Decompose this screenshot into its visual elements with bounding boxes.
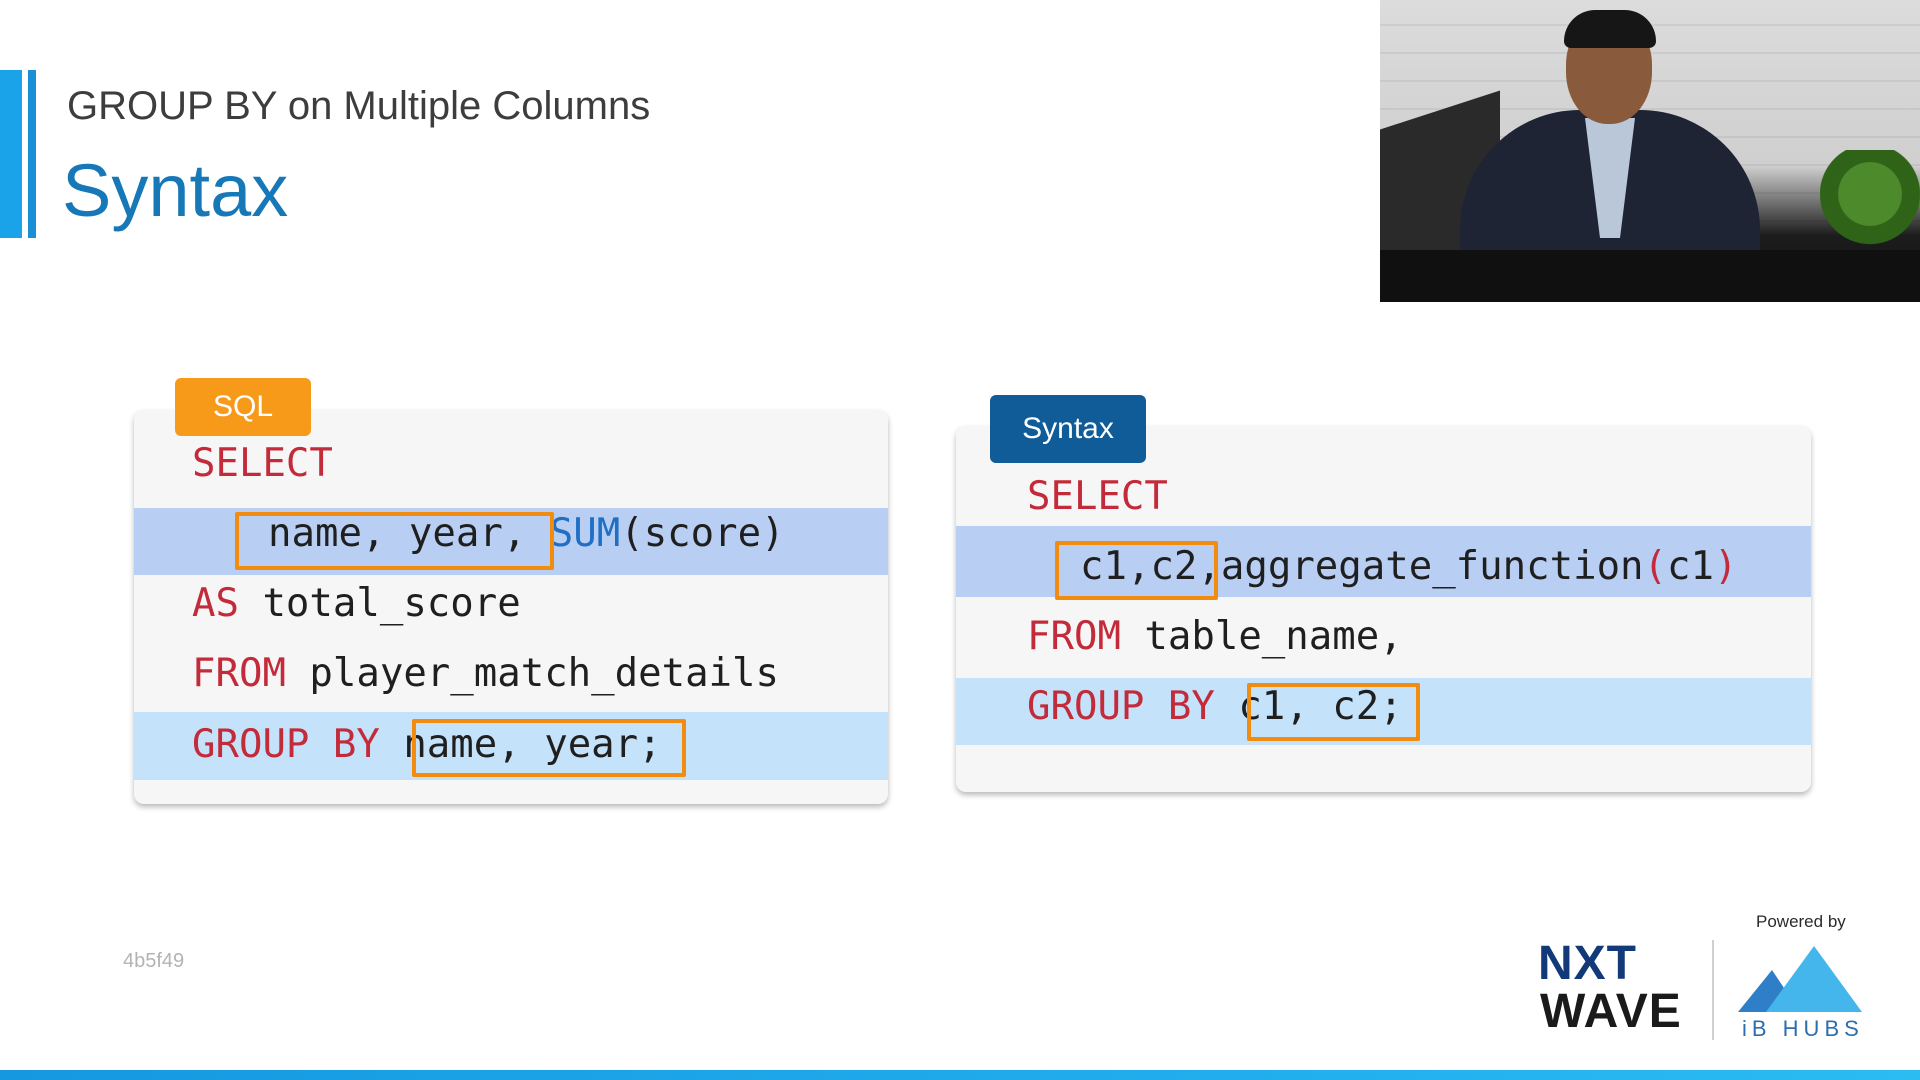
- title-accent-bar-thin: [28, 70, 36, 238]
- logo-divider: [1712, 940, 1714, 1040]
- function-argument: c1: [1667, 544, 1714, 589]
- slide-title: Syntax: [62, 149, 289, 232]
- highlight-box-select-columns: [235, 512, 554, 570]
- bottom-accent-bar: [0, 1070, 1920, 1080]
- code-line-alias: AS total_score: [192, 580, 521, 628]
- title-accent-bar: [0, 70, 22, 238]
- syntax-line-select: SELECT: [1027, 473, 1168, 521]
- plant-decoration: [1820, 150, 1920, 260]
- code-line-from: FROM player_match_details: [192, 650, 779, 698]
- nxtwave-logo-line2: WAVE: [1540, 985, 1682, 1038]
- ibhubs-logo-text: iB HUBS: [1742, 1016, 1864, 1041]
- presenter-webcam-video: [1380, 0, 1920, 302]
- syntax-badge: Syntax: [990, 395, 1146, 463]
- keyword-from: FROM: [1027, 614, 1121, 659]
- syntax-table-name: table_name,: [1120, 614, 1403, 659]
- highlight-box-group-by-columns: [412, 719, 686, 777]
- watermark-code: 4b5f49: [123, 950, 185, 972]
- slide-subtitle: GROUP BY on Multiple Columns: [67, 84, 651, 128]
- keyword-as: AS: [192, 581, 239, 626]
- highlight-box-syntax-columns: [1055, 541, 1218, 600]
- function-args: (score): [620, 511, 785, 556]
- keyword-group-by: GROUP BY: [1027, 684, 1215, 729]
- function-sum: SUM: [549, 511, 621, 556]
- nxtwave-logo-line1: NXT: [1538, 937, 1637, 990]
- keyword-select: SELECT: [192, 441, 333, 486]
- keyword-select: SELECT: [1027, 474, 1168, 519]
- aggregate-function: ,aggregate_function: [1197, 544, 1644, 589]
- close-paren: ): [1713, 544, 1738, 589]
- highlight-box-syntax-group-by-columns: [1247, 683, 1420, 741]
- keyword-group-by: GROUP BY: [192, 722, 380, 767]
- sql-badge: SQL: [175, 378, 311, 436]
- code-line-select: SELECT: [192, 440, 333, 488]
- keyword-from: FROM: [192, 651, 286, 696]
- open-paren: (: [1643, 544, 1668, 589]
- alias-name: total_score: [238, 581, 521, 626]
- desk-surface: [1380, 250, 1920, 302]
- presenter-hair: [1564, 10, 1656, 48]
- table-name: player_match_details: [285, 651, 780, 696]
- syntax-line-from: FROM table_name,: [1027, 613, 1403, 661]
- powered-by-label: Powered by: [1756, 912, 1846, 931]
- ibhubs-mountain-logo-icon: [1738, 946, 1862, 1012]
